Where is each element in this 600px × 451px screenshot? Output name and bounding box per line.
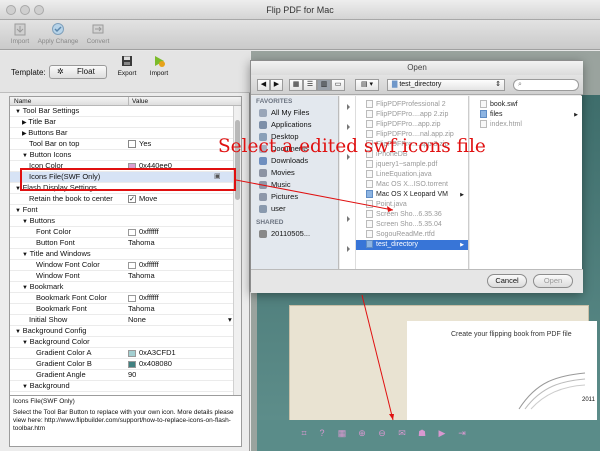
annotation-arrows <box>235 179 394 421</box>
